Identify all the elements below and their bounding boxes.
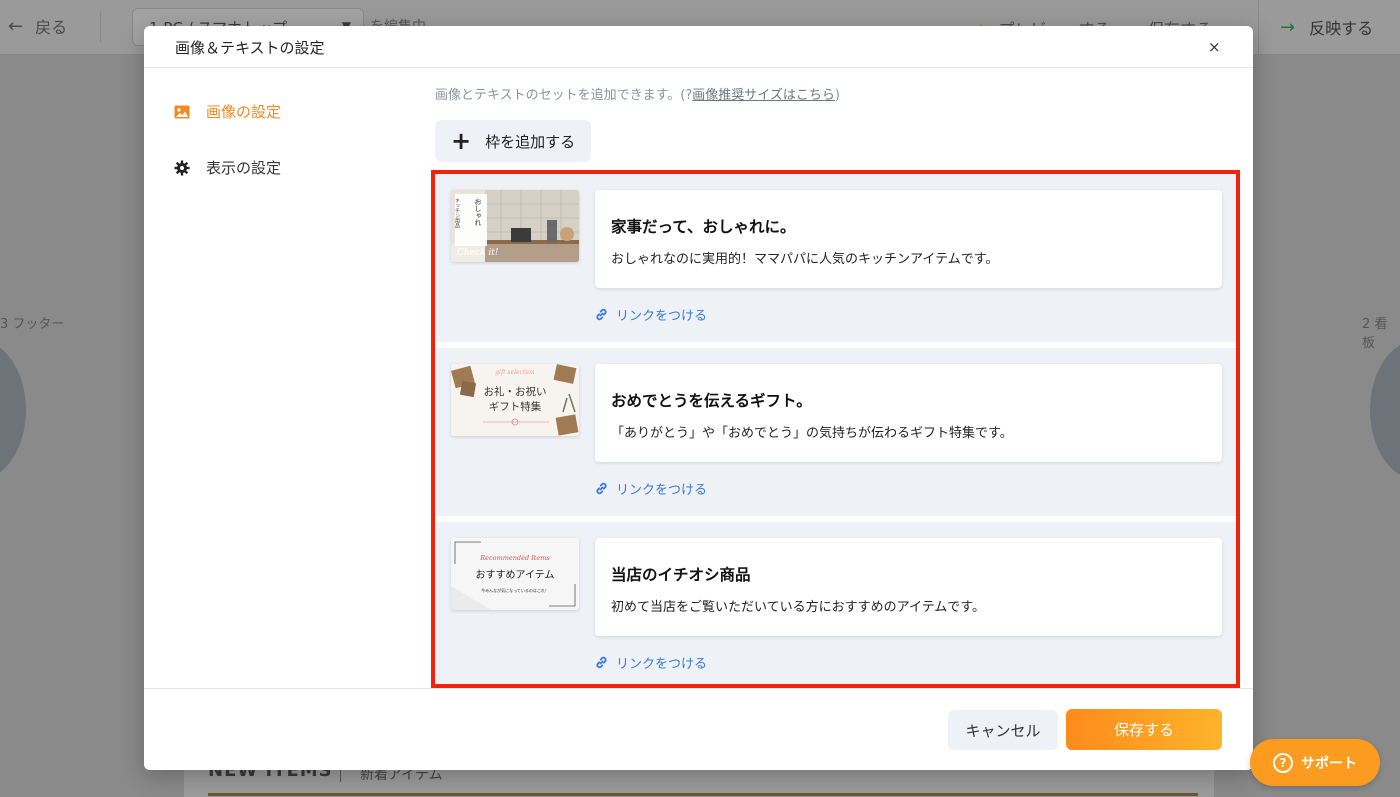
intro-text: 画像とテキストのセットを追加できます。(?画像推奨サイズはこちら) — [435, 84, 840, 103]
new-items-underline — [208, 793, 1198, 796]
left-section-label: 3 フッター — [0, 317, 65, 332]
list-item: Recommended Items おすすめアイテム 今みんなが気になっているの… — [435, 522, 1236, 684]
image-icon — [174, 105, 190, 118]
item-title: 家事だって、おしゃれに。 — [611, 218, 796, 236]
intro-text-prefix: 画像とテキストのセットを追加できます。( — [435, 88, 686, 103]
gear-icon — [174, 160, 190, 175]
sidebar-item-label: 画像の設定 — [206, 103, 282, 121]
modal-title: 画像＆テキストの設定 — [175, 39, 325, 57]
list-item: おしゃれ キッチン用品 Check it! 家事だって、おしゃれに。 おしゃれな… — [435, 174, 1236, 342]
image-text-settings-modal: 画像＆テキストの設定 × 画像の設定 表示の設定 画像とテキストのセットを追加で… — [144, 26, 1253, 770]
add-link-label: リンクをつける — [616, 657, 708, 672]
reflect-button[interactable]: → 反映する — [1280, 15, 1373, 39]
topbar-divider — [100, 12, 101, 42]
item-title: おめでとうを伝えるギフト。 — [611, 392, 812, 410]
back-label: 戻る — [35, 18, 68, 37]
sidebar-item-display-settings[interactable]: 表示の設定 — [174, 157, 281, 178]
recommended-size-link[interactable]: 画像推奨サイズはこちら — [692, 88, 835, 103]
arrow-right-icon: → — [1280, 16, 1296, 38]
item-description: おしゃれなのに実用的！ママパパに人気のキッチンアイテムです。 — [611, 252, 999, 267]
link-icon — [596, 482, 607, 495]
link-icon — [596, 656, 607, 669]
add-link-button[interactable]: リンクをつける — [595, 653, 707, 672]
help-circle-icon: ? — [1273, 752, 1293, 773]
thumb-title: お礼・お祝い — [483, 386, 547, 398]
back-button[interactable]: ← 戻る — [8, 14, 67, 38]
sidebar-item-image-settings[interactable]: 画像の設定 — [174, 101, 281, 122]
item-title: 当店のイチオシ商品 — [611, 566, 751, 584]
item-description: 初めて当店をご覧いただいている方におすすめのアイテムです。 — [611, 600, 986, 615]
cancel-button[interactable]: キャンセル — [948, 710, 1058, 750]
add-link-label: リンクをつける — [616, 483, 708, 498]
add-frame-label: 枠を追加する — [485, 132, 576, 151]
left-nav-circle[interactable] — [0, 340, 26, 480]
intro-text-suffix: ) — [834, 88, 840, 103]
topbar-divider — [1258, 0, 1259, 55]
item-list: おしゃれ キッチン用品 Check it! 家事だって、おしゃれに。 おしゃれな… — [431, 170, 1240, 688]
gift-thumbnail[interactable]: gift selection お礼・お祝い ギフト特集 — [451, 364, 579, 436]
thumb-subtitle: 今みんなが気になっているのはこれ！ — [481, 588, 549, 593]
text-card[interactable]: 当店のイチオシ商品 初めて当店をご覧いただいている方におすすめのアイテムです。 — [595, 538, 1222, 636]
link-icon — [596, 308, 607, 321]
list-item: gift selection お礼・お祝い ギフト特集 おめでとうを伝えるギフト… — [435, 348, 1236, 516]
right-nav-circle[interactable] — [1370, 340, 1400, 480]
kitchen-thumbnail[interactable]: おしゃれ キッチン用品 Check it! — [451, 190, 579, 262]
item-description: 「ありがとう」や「おめでとう」の気持ちが伝わるギフト特集です。 — [611, 426, 1013, 441]
thumb-script: gift selection — [495, 369, 535, 376]
sidebar-item-label: 表示の設定 — [206, 159, 282, 177]
support-button[interactable]: ? サポート — [1250, 739, 1380, 786]
modal-footer: キャンセル 保存する — [144, 688, 1253, 770]
thumb-subtitle: ギフト特集 — [488, 401, 542, 413]
thumb-script: Recommended Items — [480, 554, 550, 562]
reflect-label: 反映する — [1309, 19, 1374, 38]
arrow-left-icon: ← — [8, 15, 24, 37]
thumb-title: おしゃれ — [474, 198, 482, 226]
plus-icon: + — [451, 127, 472, 155]
text-card[interactable]: おめでとうを伝えるギフト。 「ありがとう」や「おめでとう」の気持ちが伝わるギフト… — [595, 364, 1222, 462]
right-section-label: 2 看板 — [1362, 317, 1388, 351]
add-link-button[interactable]: リンクをつける — [595, 305, 707, 324]
text-card[interactable]: 家事だって、おしゃれに。 おしゃれなのに実用的！ママパパに人気のキッチンアイテム… — [595, 190, 1222, 288]
thumb-script: Check it! — [457, 248, 499, 258]
close-icon[interactable]: × — [1208, 38, 1221, 56]
add-link-label: リンクをつける — [616, 309, 708, 324]
add-link-button[interactable]: リンクをつける — [595, 479, 707, 498]
support-label: サポート — [1301, 755, 1357, 772]
thumb-title: おすすめアイテム — [475, 570, 555, 581]
add-frame-button[interactable]: + 枠を追加する — [435, 120, 591, 162]
recommended-thumbnail[interactable]: Recommended Items おすすめアイテム 今みんなが気になっているの… — [451, 538, 579, 610]
modal-header: 画像＆テキストの設定 × — [144, 26, 1253, 68]
thumb-subtitle: キッチン用品 — [454, 198, 460, 228]
save-button[interactable]: 保存する — [1066, 709, 1222, 750]
